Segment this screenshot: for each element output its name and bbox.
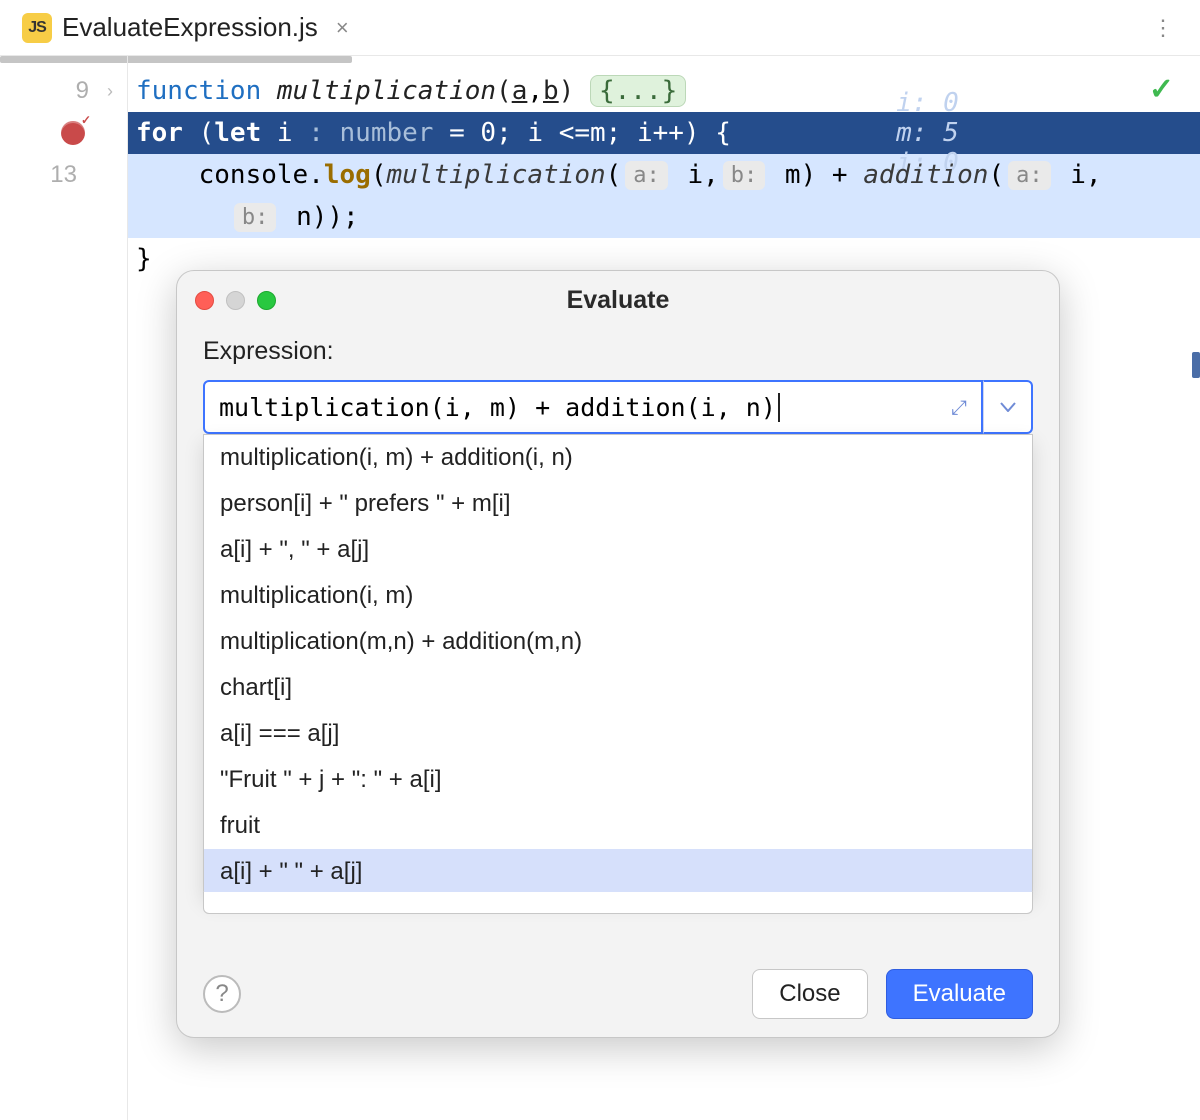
obj: console: [199, 160, 309, 190]
arg: i: [672, 160, 703, 190]
tab-filename: EvaluateExpression.js: [62, 12, 318, 43]
dot: .: [308, 160, 324, 190]
method: log: [324, 160, 371, 190]
gutter: 9 › 13: [0, 56, 128, 1120]
keyword: for: [136, 118, 183, 148]
inline-value: m: 5: [896, 118, 959, 148]
dialog-titlebar: Evaluate: [177, 271, 1059, 329]
call: addition: [863, 160, 988, 190]
history-dropdown[interactable]: [983, 380, 1033, 434]
suggestion-item[interactable]: multiplication(i, m) + addition(i, n): [204, 435, 1032, 481]
code-line: function multiplication(a,b) {...}: [128, 70, 1200, 112]
indent: [136, 160, 199, 190]
fold-icon[interactable]: ›: [107, 81, 113, 102]
suggestion-item[interactable]: "Fruit " + j + ": " + a[i]: [204, 757, 1032, 803]
expression-input[interactable]: multiplication(i, m) + addition(i, n) ⤢: [203, 380, 983, 434]
close-tab-icon[interactable]: ×: [336, 15, 349, 41]
brace: }: [136, 244, 152, 274]
window-controls: [195, 291, 276, 310]
paren: (: [371, 160, 387, 190]
expression-label: Expression:: [203, 337, 1033, 366]
gutter-row: [0, 112, 127, 154]
js-file-icon: JS: [22, 13, 52, 43]
close-button[interactable]: Close: [752, 969, 867, 1019]
scrollbar-marker: [1192, 352, 1200, 378]
dialog-body: Expression: multiplication(i, m) + addit…: [177, 329, 1059, 951]
selected-line: b: n));: [128, 196, 1200, 238]
dialog-footer: ? Close Evaluate: [177, 951, 1059, 1037]
call: multiplication: [386, 160, 605, 190]
paren: (: [988, 160, 1004, 190]
inlay-hint: a:: [625, 161, 668, 190]
suggestion-item[interactable]: person[i] + " prefers " + m[i]: [204, 481, 1032, 527]
function-name: multiplication: [277, 76, 496, 106]
expand-icon[interactable]: ⤢: [951, 395, 967, 419]
param: a: [512, 76, 528, 106]
suggestion-list: multiplication(i, m) + addition(i, n) pe…: [203, 434, 1033, 896]
line-number: 9: [76, 77, 89, 105]
dialog-title: Evaluate: [177, 286, 1059, 315]
keyword: function: [136, 76, 261, 106]
line-number: 13: [50, 161, 77, 189]
fold-pill[interactable]: {...}: [590, 75, 686, 107]
comma: ,: [1086, 160, 1102, 190]
analysis-ok-icon: ✓: [1149, 72, 1174, 107]
comma: ,: [703, 160, 719, 190]
evaluate-button[interactable]: Evaluate: [886, 969, 1033, 1019]
paren: (: [606, 160, 622, 190]
arg: n: [280, 202, 311, 232]
expression-value: multiplication(i, m) + addition(i, n): [219, 393, 780, 422]
paren: ));: [312, 202, 359, 232]
expression-row: multiplication(i, m) + addition(i, n) ⤢: [203, 380, 1033, 434]
gutter-row: 13: [0, 154, 127, 196]
execution-line: for (let i : number = 0; i <=m; i++) { i…: [128, 112, 1200, 154]
suggestion-item[interactable]: a[i] === a[j]: [204, 711, 1032, 757]
code-text: = 0;: [433, 118, 511, 148]
type-hint: : number: [308, 118, 433, 148]
keyword: let: [214, 118, 261, 148]
inlay-hint: b:: [723, 161, 766, 190]
window-zoom-icon[interactable]: [257, 291, 276, 310]
inlay-hint: b:: [234, 203, 277, 232]
suggestion-item[interactable]: fruit: [204, 803, 1032, 849]
more-icon[interactable]: ⋮: [1134, 5, 1192, 51]
indent: [136, 202, 230, 232]
result-panel: [203, 892, 1033, 914]
gutter-row: 9 ›: [0, 70, 127, 112]
param: b: [543, 76, 559, 106]
arg: m: [769, 160, 800, 190]
op: +: [816, 160, 863, 190]
suggestion-item[interactable]: a[i] + " " + a[j]: [204, 849, 1032, 895]
paren: ): [801, 160, 817, 190]
window-close-icon[interactable]: [195, 291, 214, 310]
evaluate-dialog: Evaluate Expression: multiplication(i, m…: [176, 270, 1060, 1038]
suggestion-item[interactable]: chart[i]: [204, 665, 1032, 711]
code-text: i <=m; i++) {: [512, 118, 731, 148]
selected-line: console.log(multiplication(a: i, b: m) +…: [128, 154, 1200, 196]
help-icon[interactable]: ?: [203, 975, 241, 1013]
editor-tab[interactable]: JS EvaluateExpression.js ×: [8, 0, 363, 55]
inlay-hint: a:: [1008, 161, 1051, 190]
inline-value: i: 0: [896, 88, 959, 118]
breakpoint-icon[interactable]: [61, 121, 85, 145]
tab-bar: JS EvaluateExpression.js × ⋮: [0, 0, 1200, 56]
arg: i: [1055, 160, 1086, 190]
suggestion-item[interactable]: multiplication(i, m): [204, 573, 1032, 619]
window-minimize-icon: [226, 291, 245, 310]
var: i: [277, 118, 293, 148]
suggestion-item[interactable]: a[i] + ", " + a[j]: [204, 527, 1032, 573]
suggestion-item[interactable]: multiplication(m,n) + addition(m,n): [204, 619, 1032, 665]
